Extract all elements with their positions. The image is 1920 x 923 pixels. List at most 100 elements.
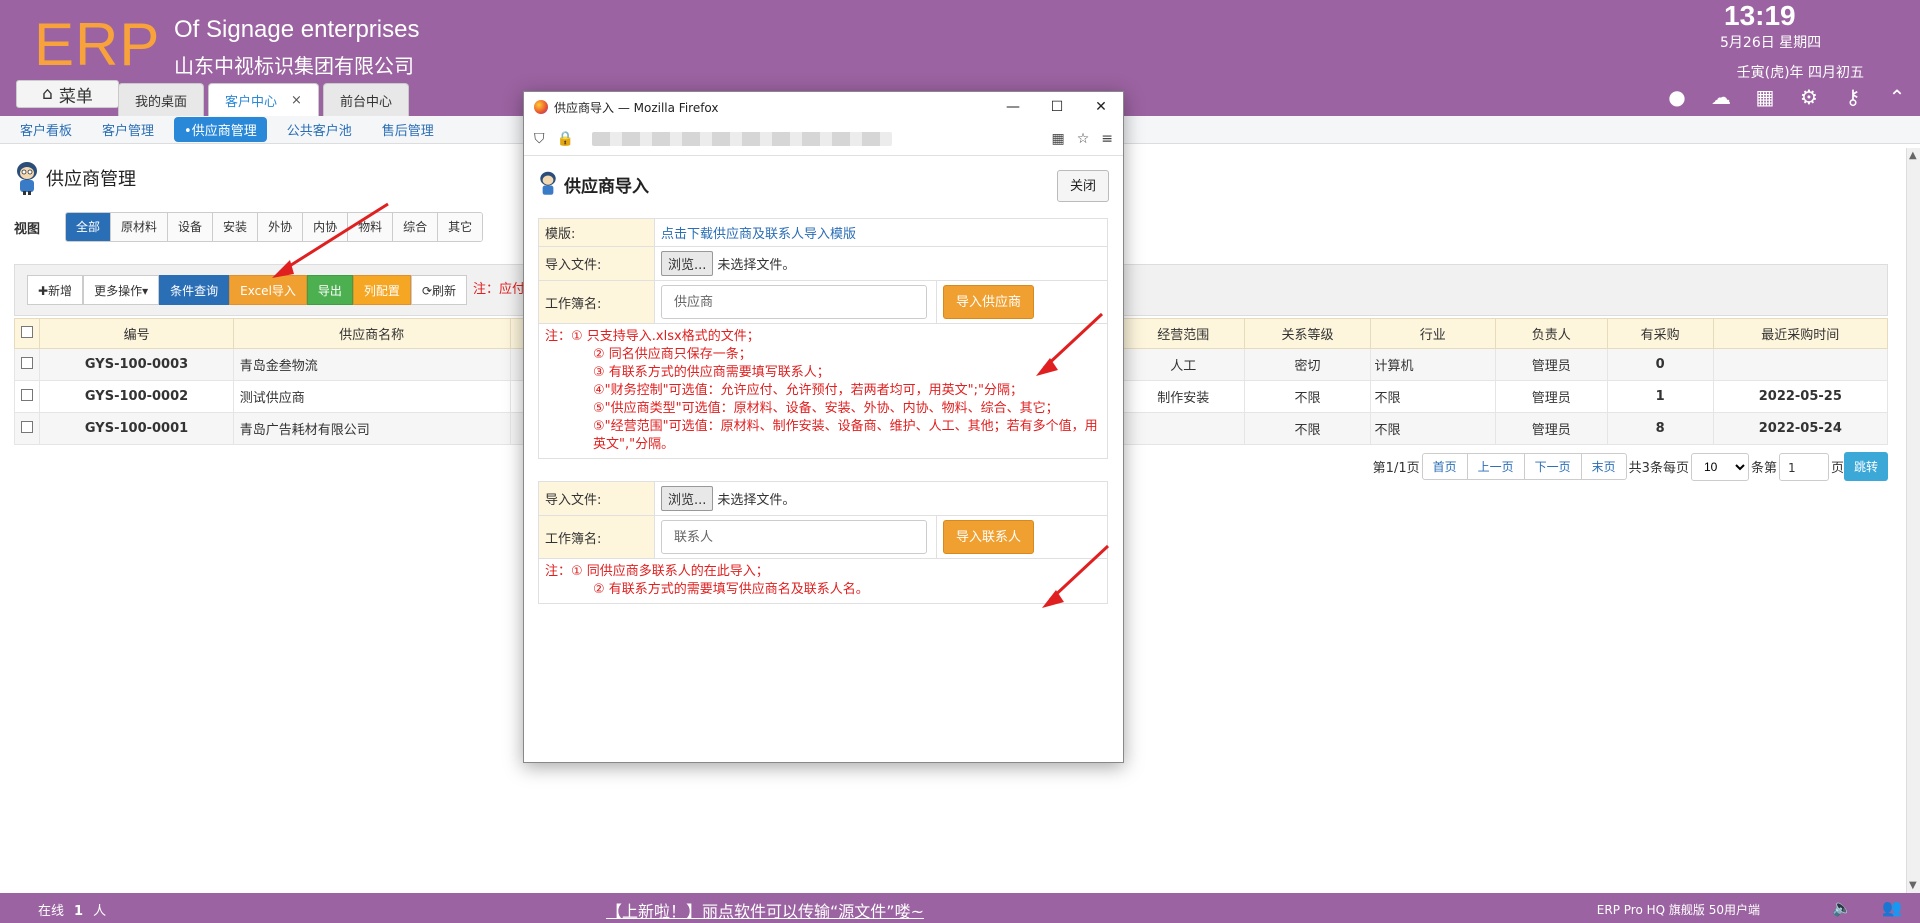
toolbar-note: 注：应付 <box>473 282 526 297</box>
supplier-purchase: 1 <box>1606 380 1714 413</box>
subnav-customer-board[interactable]: 客户看板 <box>10 117 82 142</box>
select-all-checkbox[interactable] <box>21 325 34 338</box>
home-icon: ⌂ <box>42 84 53 104</box>
lock-icon[interactable]: 🔒 <box>557 131 574 147</box>
import-contact-button[interactable]: 导入联系人 <box>943 520 1035 554</box>
supplier-scope: 制作安装 <box>1121 380 1246 413</box>
col-header-last-purchase[interactable]: 最近采购时间 <box>1712 318 1889 349</box>
supplier-sheet-input[interactable]: 供应商 <box>661 285 927 319</box>
subnav-supplier-manage[interactable]: •供应商管理 <box>174 117 267 142</box>
supplier-scope: 人工 <box>1121 348 1246 381</box>
condition-query-button[interactable]: 条件查询 <box>159 275 230 305</box>
menu-button-label: 菜单 <box>58 86 93 107</box>
footer-icons: 🔈 👥 <box>1832 898 1902 917</box>
hamburger-menu-icon[interactable]: ≡ <box>1101 131 1113 147</box>
grid-icon[interactable]: ▦ <box>1754 85 1776 109</box>
column-config-button[interactable]: 列配置 <box>352 275 411 305</box>
supplier-code[interactable]: GYS-100-0002 <box>39 380 234 413</box>
tab-customer-center[interactable]: 客户中心 × <box>208 83 319 116</box>
subnav-public-pool[interactable]: 公共客户池 <box>277 117 362 142</box>
collapse-up-icon[interactable]: ⌃ <box>1886 85 1908 109</box>
go-button[interactable]: 跳转 <box>1843 452 1888 481</box>
minimize-icon[interactable]: — <box>991 92 1035 122</box>
shield-icon[interactable]: ⛉ <box>534 131 545 147</box>
row-checkbox[interactable] <box>21 420 34 433</box>
star-icon[interactable]: ☆ <box>1077 131 1090 147</box>
popup-titlebar[interactable]: 供应商导入 — Mozilla Firefox — ☐ ✕ <box>524 92 1123 122</box>
users-icon[interactable]: 👥 <box>1882 898 1902 917</box>
browse-button[interactable]: 浏览... <box>661 251 714 276</box>
page-title: 供应商管理 <box>14 160 136 196</box>
menu-button[interactable]: ⌂ 菜单 <box>16 80 119 108</box>
row-checkbox[interactable] <box>21 356 34 369</box>
view-raw-material[interactable]: 原材料 <box>111 213 169 241</box>
close-icon[interactable]: × <box>291 93 302 108</box>
view-outsource[interactable]: 外协 <box>258 213 304 241</box>
supplier-import-notes: 注：① 只支持导入.xlsx格式的文件； ② 同名供应商只保存一条； ③ 有联系… <box>538 323 1108 459</box>
view-insource[interactable]: 内协 <box>303 213 349 241</box>
more-actions-button[interactable]: 更多操作▾ <box>83 275 160 305</box>
key-icon[interactable]: ⚷ <box>1842 85 1864 109</box>
url-field[interactable] <box>591 131 892 146</box>
pager-first[interactable]: 首页 <box>1423 454 1468 479</box>
view-install[interactable]: 安装 <box>213 213 259 241</box>
col-header-scope[interactable]: 经营范围 <box>1121 318 1246 349</box>
pager-prev[interactable]: 上一页 <box>1468 454 1525 479</box>
news-link[interactable]: 【上新啦！】丽点软件可以传输“源文件”喽~ <box>606 898 924 922</box>
supplier-level: 密切 <box>1244 348 1371 381</box>
pager-next[interactable]: 下一页 <box>1525 454 1582 479</box>
user-icon[interactable]: ● <box>1666 85 1688 109</box>
row-checkbox[interactable] <box>21 388 34 401</box>
col-header-code[interactable]: 编号 <box>39 318 234 349</box>
note-line: ⑤"供应商类型"可选值：原材料、设备、安装、外协、内协、物料、综合、其它； <box>593 401 1059 416</box>
supplier-code[interactable]: GYS-100-0003 <box>39 348 234 381</box>
view-all[interactable]: 全部 <box>66 213 112 241</box>
contact-sheet-input[interactable]: 联系人 <box>661 520 927 554</box>
supplier-purchase: 8 <box>1606 412 1714 445</box>
cloud-upload-icon[interactable]: ☁ <box>1710 85 1732 109</box>
add-button[interactable]: ✚新增 <box>27 275 84 305</box>
refresh-button[interactable]: ⟳刷新 <box>410 275 467 305</box>
col-header-purchase[interactable]: 有采购 <box>1606 318 1714 349</box>
tab-front-center[interactable]: 前台中心 <box>322 83 409 116</box>
tab-desktop[interactable]: 我的桌面 <box>118 83 205 116</box>
view-other[interactable]: 其它 <box>438 213 483 241</box>
subnav-customer-manage[interactable]: 客户管理 <box>92 117 164 142</box>
col-header-name[interactable]: 供应商名称 <box>232 318 511 349</box>
subnav-after-sales[interactable]: 售后管理 <box>372 117 444 142</box>
page-number-input[interactable]: 1 <box>1778 452 1829 481</box>
close-icon[interactable]: ✕ <box>1079 92 1123 122</box>
col-header-owner[interactable]: 负责人 <box>1494 318 1608 349</box>
maximize-icon[interactable]: ☐ <box>1035 92 1079 122</box>
popup-heading-text: 供应商导入 <box>564 176 649 197</box>
tab-label: 我的桌面 <box>135 94 188 110</box>
view-filter: 视图 全部 原材料 设备 安装 外协 内协 物料 综合 其它 <box>14 212 484 242</box>
col-header-industry[interactable]: 行业 <box>1369 318 1496 349</box>
contact-import-notes: 注：① 同供应商多联系人的在此导入； ② 有联系方式的需要填写供应商名及联系人名… <box>538 558 1108 604</box>
qr-code-icon[interactable]: ▦ <box>1051 131 1064 147</box>
supplier-code[interactable]: GYS-100-0001 <box>39 412 234 445</box>
scroll-up-icon[interactable]: ▲ <box>1909 150 1917 161</box>
view-general[interactable]: 综合 <box>393 213 439 241</box>
tab-label: 客户中心 <box>225 94 278 110</box>
view-equipment[interactable]: 设备 <box>168 213 214 241</box>
header-icons: ● ☁ ▦ ⚙ ⚷ ⌃ <box>1666 85 1908 109</box>
select-all-cell[interactable] <box>13 318 41 349</box>
excel-import-button[interactable]: Excel导入 <box>229 275 307 305</box>
per-page-select[interactable]: 10 <box>1690 452 1749 481</box>
page-scrollbar[interactable]: ▲ ▼ <box>1906 148 1920 893</box>
template-label: 模版: <box>538 218 655 247</box>
gear-icon[interactable]: ⚙ <box>1798 85 1820 109</box>
view-material[interactable]: 物料 <box>348 213 394 241</box>
volume-icon[interactable]: 🔈 <box>1832 898 1852 917</box>
popup-close-button[interactable]: 关闭 <box>1056 170 1109 202</box>
import-supplier-button[interactable]: 导入供应商 <box>943 285 1035 319</box>
pager-info: 第1/1页 <box>1372 461 1420 476</box>
export-button[interactable]: 导出 <box>306 275 353 305</box>
template-download-link[interactable]: 点击下载供应商及联系人导入模版 <box>661 227 856 242</box>
pager-last[interactable]: 末页 <box>1582 454 1626 479</box>
col-header-level[interactable]: 关系等级 <box>1244 318 1371 349</box>
online-status: 在线 1 人 <box>38 900 106 919</box>
browse-button[interactable]: 浏览... <box>661 486 714 511</box>
scroll-down-icon[interactable]: ▼ <box>1909 880 1917 891</box>
